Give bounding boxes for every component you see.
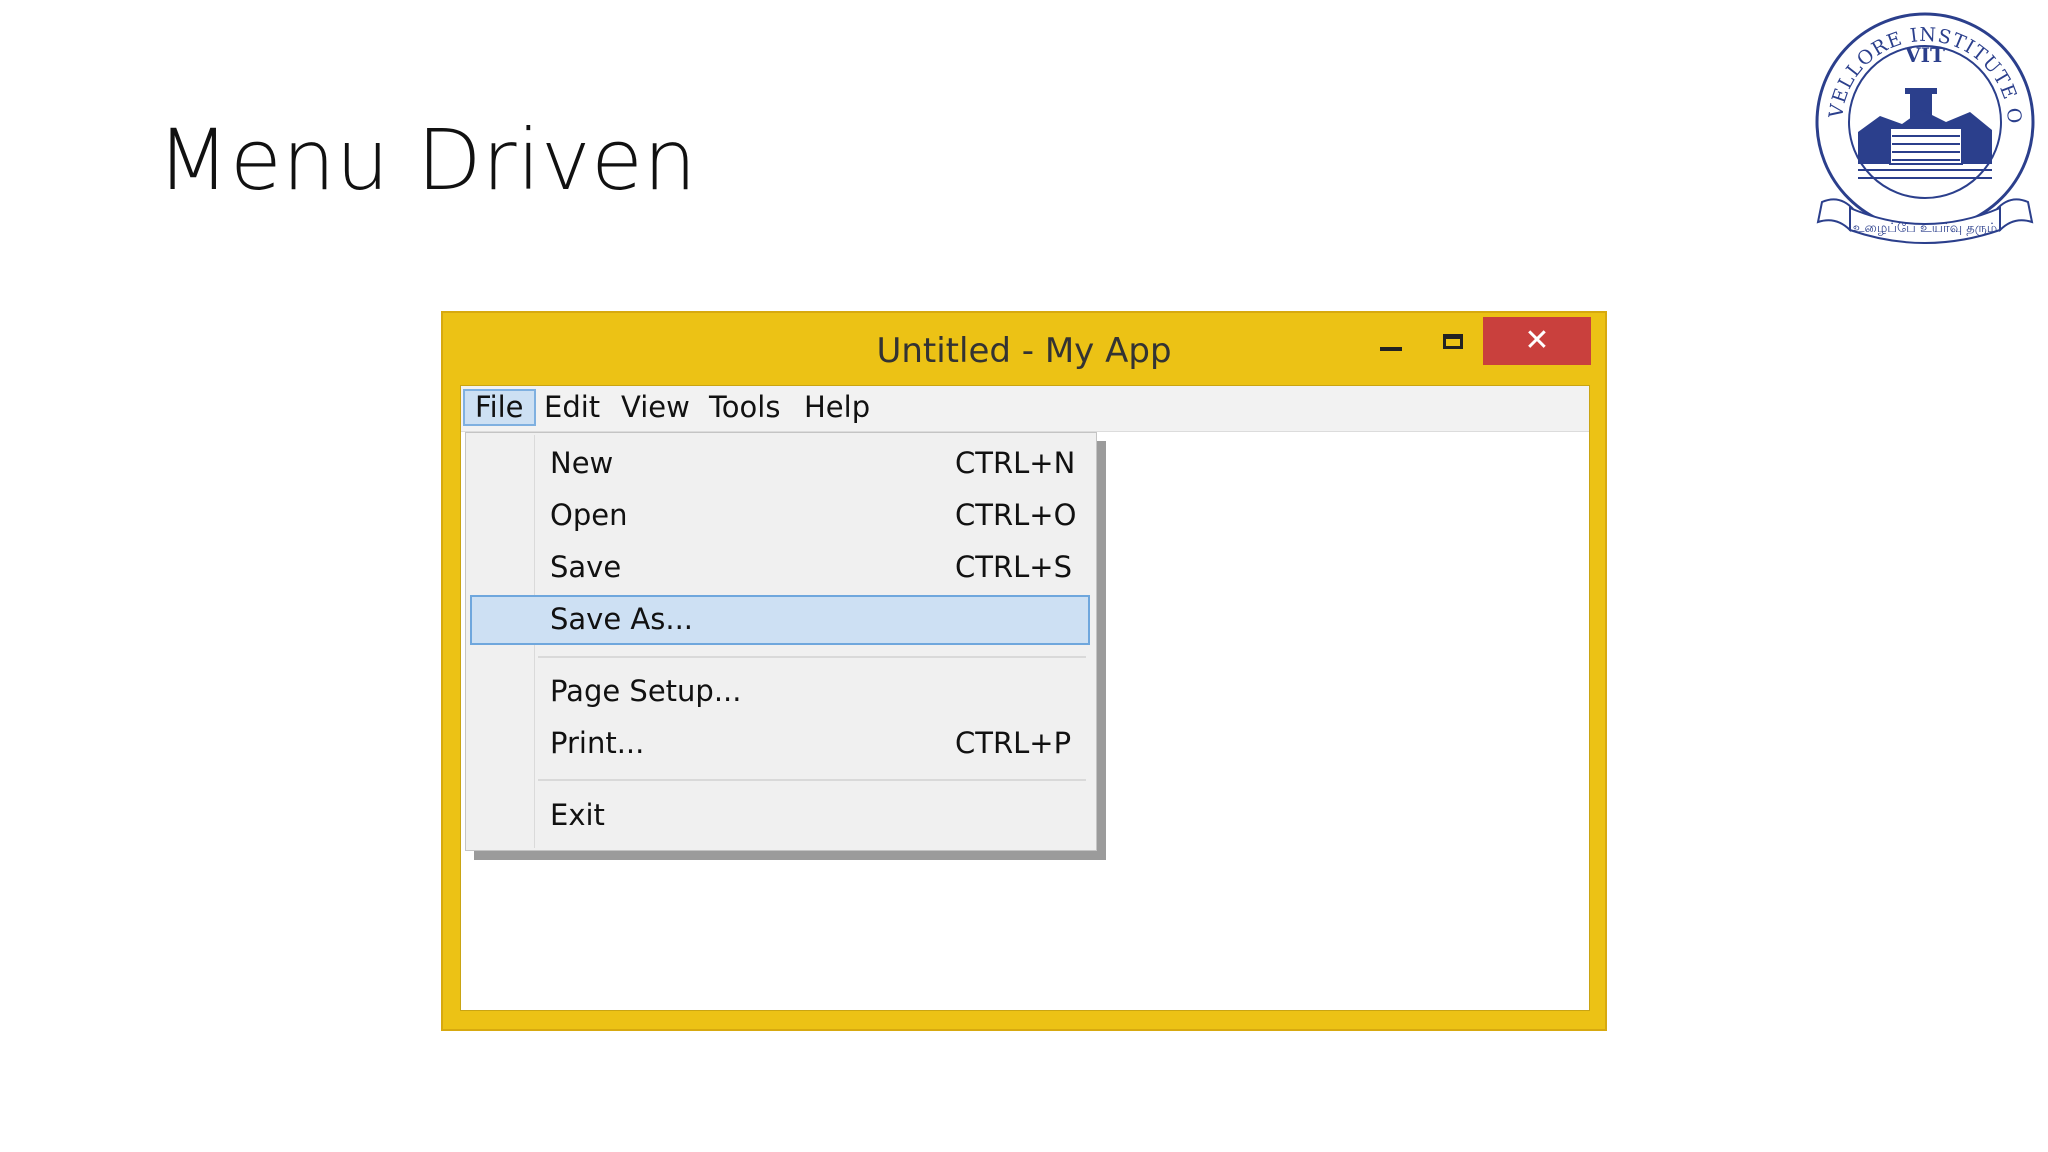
menu-item-save[interactable]: Save CTRL+S [470,543,1090,593]
minimize-button[interactable] [1363,317,1419,365]
minimize-icon [1380,347,1402,351]
menu-item-print[interactable]: Print... CTRL+P [470,719,1090,769]
file-menu-dropdown: New CTRL+N Open CTRL+O Save CTRL+S Save … [465,432,1097,851]
menu-item-label: Print... [550,726,645,760]
maximize-button[interactable] [1425,317,1481,365]
menu-item-label: Page Setup... [550,674,742,708]
menu-item-label: Save As... [550,602,694,636]
maximize-icon [1443,333,1463,349]
app-window: Untitled - My App ✕ File Edit View Tools… [441,311,1607,1031]
menu-item-exit[interactable]: Exit [470,791,1090,841]
menu-tools[interactable]: Tools [699,389,790,426]
close-button[interactable]: ✕ [1483,317,1591,365]
menu-item-label: Open [550,498,628,532]
slide-title: Menu Driven [157,111,698,209]
menu-help[interactable]: Help [794,389,880,426]
menu-item-open[interactable]: Open CTRL+O [470,491,1090,541]
menu-item-shortcut: CTRL+O [955,498,1077,532]
client-area[interactable]: File Edit View Tools Help New CTRL+N Ope… [460,385,1590,1011]
menu-separator [538,656,1086,658]
close-icon: ✕ [1524,323,1550,358]
menu-item-shortcut: CTRL+P [955,726,1072,760]
menu-edit[interactable]: Edit [534,389,610,426]
menu-item-label: Exit [550,798,605,832]
svg-text:உழைப்பே உயர்வு தரும்: உழைப்பே உயர்வு தரும் [1853,221,1998,236]
menu-item-new[interactable]: New CTRL+N [470,439,1090,489]
menu-item-shortcut: CTRL+N [955,446,1076,480]
menu-file[interactable]: File [463,389,536,426]
menu-item-label: New [550,446,614,480]
menu-item-label: Save [550,550,622,584]
menu-item-save-as[interactable]: Save As... [470,595,1090,645]
menu-separator [538,779,1086,781]
menu-item-page-setup[interactable]: Page Setup... [470,667,1090,717]
menu-item-shortcut: CTRL+S [955,550,1072,584]
menu-bar: File Edit View Tools Help [461,386,1589,432]
svg-text:VIT: VIT [1904,43,1945,67]
vit-logo: VELLORE INSTITUTE OF TECHNOLOGY VIT உழைப… [1801,0,2040,244]
menu-view[interactable]: View [611,389,700,426]
